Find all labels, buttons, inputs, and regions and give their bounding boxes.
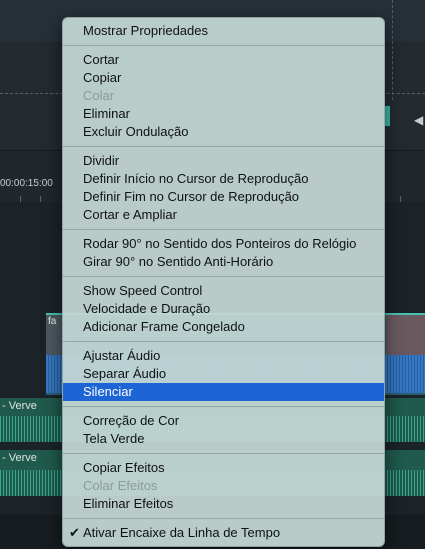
- menu-item-label: Ativar Encaixe da Linha de Tempo: [83, 525, 281, 540]
- divider: [392, 0, 393, 100]
- menu-separator: [63, 146, 384, 147]
- menu-item-label: Copiar Efeitos: [83, 460, 165, 475]
- menu-item-velocidade-e-duracao[interactable]: Velocidade e Duração: [63, 300, 384, 318]
- menu-item-label: Colar: [83, 88, 115, 103]
- menu-item-label: Mostrar Propriedades: [83, 23, 208, 38]
- audio-track-label: - Verve: [2, 452, 37, 464]
- menu-separator: [63, 45, 384, 46]
- menu-item-label: Eliminar Efeitos: [83, 496, 174, 511]
- menu-item-label: Adicionar Frame Congelado: [83, 319, 245, 334]
- clip-thumbnail: [386, 315, 425, 355]
- menu-item-label: Tela Verde: [83, 431, 145, 446]
- menu-item-mostrar-propriedades[interactable]: Mostrar Propriedades: [63, 22, 384, 40]
- menu-item-label: Colar Efeitos: [83, 478, 158, 493]
- menu-item-label: Correção de Cor: [83, 413, 180, 428]
- menu-item-show-speed-control[interactable]: Show Speed Control: [63, 282, 384, 300]
- menu-item-label: Cortar e Ampliar: [83, 207, 177, 222]
- checkmark-icon: ✔: [69, 525, 80, 540]
- menu-item-colar: Colar: [63, 87, 384, 105]
- menu-item-silenciar[interactable]: Silenciar: [63, 383, 384, 401]
- menu-item-colar-efeitos: Colar Efeitos: [63, 477, 384, 495]
- menu-item-copiar[interactable]: Copiar: [63, 69, 384, 87]
- menu-item-eliminar[interactable]: Eliminar: [63, 105, 384, 123]
- menu-separator: [63, 406, 384, 407]
- menu-item-label: Excluir Ondulação: [83, 124, 189, 139]
- menu-item-label: Definir Fim no Cursor de Reprodução: [83, 189, 300, 204]
- menu-item-label: Rodar 90° no Sentido dos Ponteiros do Re…: [83, 236, 357, 251]
- chevron-left-icon[interactable]: ◀: [414, 113, 423, 127]
- menu-item-label: Eliminar: [83, 106, 130, 121]
- menu-item-tela-verde[interactable]: Tela Verde: [63, 430, 384, 448]
- menu-item-label: Show Speed Control: [83, 283, 203, 298]
- menu-item-adicionar-frame-congelado[interactable]: Adicionar Frame Congelado: [63, 318, 384, 336]
- menu-item-ativar-encaixe-da-linha-de-tempo[interactable]: ✔ Ativar Encaixe da Linha de Tempo: [63, 524, 384, 542]
- menu-item-definir-fim-no-cursor-de-reproducao[interactable]: Definir Fim no Cursor de Reprodução: [63, 188, 384, 206]
- menu-item-definir-inicio-no-cursor-de-reproducao[interactable]: Definir Início no Cursor de Reprodução: [63, 170, 384, 188]
- menu-item-label: Separar Áudio: [83, 366, 167, 381]
- menu-item-excluir-ondulacao[interactable]: Excluir Ondulação: [63, 123, 384, 141]
- menu-item-label: Ajustar Áudio: [83, 348, 161, 363]
- menu-separator: [63, 341, 384, 342]
- menu-item-label: Girar 90° no Sentido Anti-Horário: [83, 254, 274, 269]
- menu-separator: [63, 276, 384, 277]
- menu-item-label: Cortar: [83, 52, 120, 67]
- menu-separator: [63, 453, 384, 454]
- menu-separator: [63, 518, 384, 519]
- menu-item-label: Copiar: [83, 70, 122, 85]
- menu-item-dividir[interactable]: Dividir: [63, 152, 384, 170]
- menu-item-correcao-de-cor[interactable]: Correção de Cor: [63, 412, 384, 430]
- context-menu[interactable]: Mostrar Propriedades Cortar Copiar Colar Eli…: [62, 17, 385, 547]
- menu-item-copiar-efeitos[interactable]: Copiar Efeitos: [63, 459, 384, 477]
- menu-separator: [63, 229, 384, 230]
- menu-item-eliminar-efeitos[interactable]: Eliminar Efeitos: [63, 495, 384, 513]
- menu-item-label: Definir Início no Cursor de Reprodução: [83, 171, 309, 186]
- menu-item-label: Velocidade e Duração: [83, 301, 211, 316]
- ruler-time-label: 00:00:15:00: [0, 178, 53, 189]
- menu-item-cortar-e-ampliar[interactable]: Cortar e Ampliar: [63, 206, 384, 224]
- menu-item-ajustar-audio[interactable]: Ajustar Áudio: [63, 347, 384, 365]
- menu-item-label: Dividir: [83, 153, 120, 168]
- menu-item-rodar-90-no-sentido-dos-ponteiros-do-relogio[interactable]: Rodar 90° no Sentido dos Ponteiros do Re…: [63, 235, 384, 253]
- menu-item-girar-90-no-sentido-anti-horario[interactable]: Girar 90° no Sentido Anti-Horário: [63, 253, 384, 271]
- audio-track-label: - Verve: [2, 400, 37, 412]
- menu-item-cortar[interactable]: Cortar: [63, 51, 384, 69]
- menu-item-separar-audio[interactable]: Separar Áudio: [63, 365, 384, 383]
- clip-label: fa: [48, 316, 57, 327]
- menu-item-label: Silenciar: [83, 384, 133, 399]
